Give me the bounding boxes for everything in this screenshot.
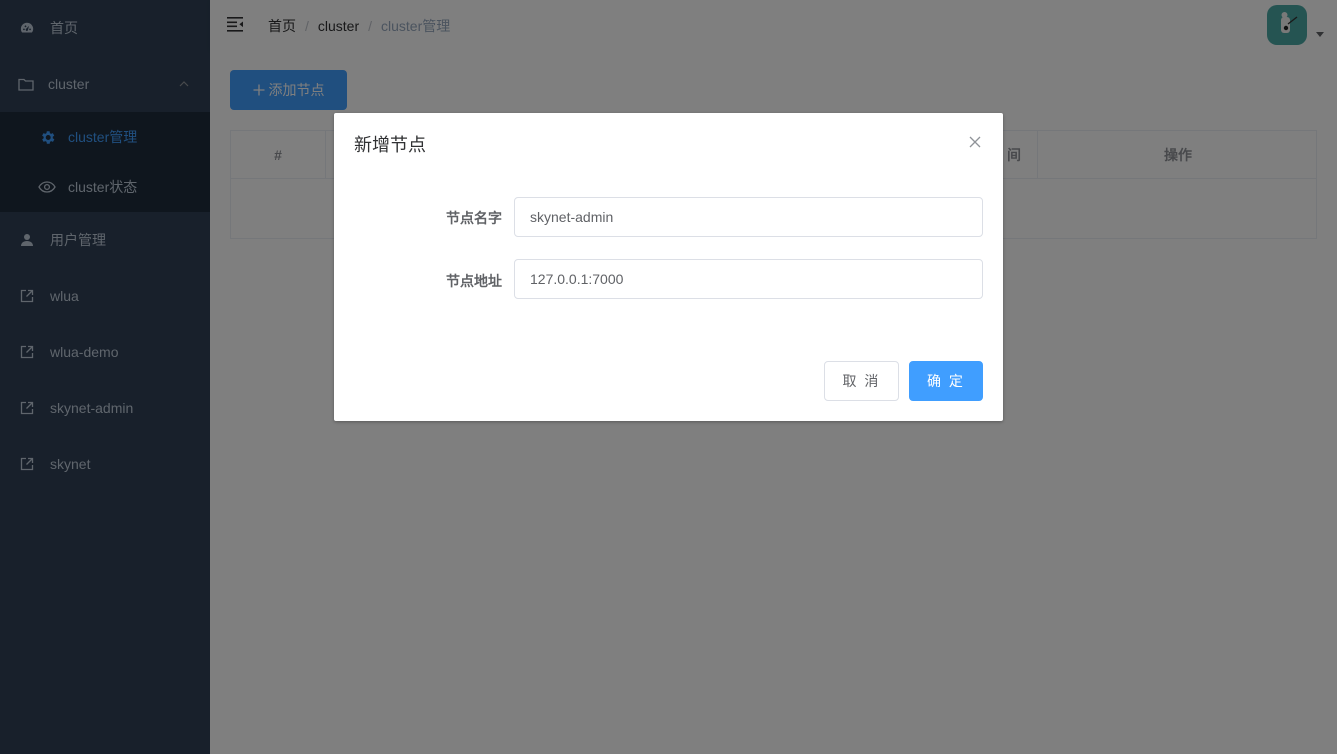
dialog-title: 新增节点 — [354, 135, 426, 155]
cancel-button[interactable]: 取 消 — [824, 361, 899, 401]
close-icon[interactable] — [967, 134, 983, 150]
add-node-dialog: 新增节点 节点名字 节点地址 取 消 确 定 — [334, 113, 1003, 421]
node-address-label: 节点地址 — [446, 273, 502, 289]
confirm-button[interactable]: 确 定 — [909, 361, 983, 401]
node-address-input[interactable] — [514, 259, 983, 299]
node-name-label: 节点名字 — [446, 210, 502, 226]
node-name-input[interactable] — [514, 197, 983, 237]
